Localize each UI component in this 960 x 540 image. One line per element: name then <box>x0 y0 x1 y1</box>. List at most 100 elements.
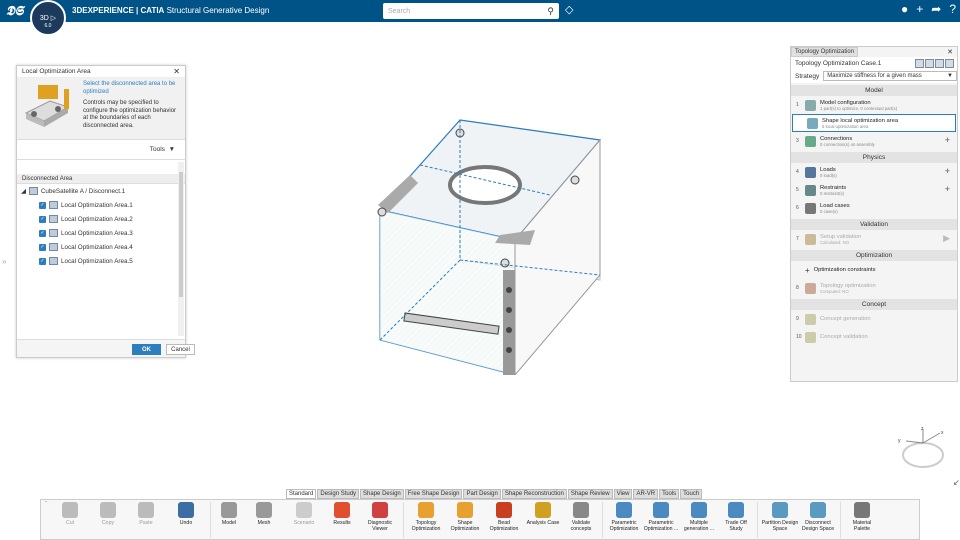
area-item[interactable]: ✓ Local Optimization Area.5 <box>17 254 185 268</box>
checkbox[interactable]: ✓ <box>39 257 46 265</box>
tool-button[interactable]: Diagnostic Viewer <box>360 502 400 532</box>
scrollbar-thumb[interactable] <box>179 172 183 297</box>
row-title: Loads <box>820 166 836 173</box>
concept-rows: 9 Concept generation 10 Concept validation <box>791 310 957 346</box>
tab-topology-optimization[interactable]: Topology Optimization <box>791 47 859 57</box>
tab-part-design[interactable]: Part Design <box>463 489 501 499</box>
select-area-link[interactable]: Select the disconnected area to be optim… <box>83 81 182 96</box>
area-item[interactable]: ✓ Local Optimization Area.4 <box>17 240 185 254</box>
tab-tools[interactable]: Tools <box>659 489 680 499</box>
case-tool-icon[interactable] <box>925 58 934 68</box>
tool-button[interactable]: Partition Design Space <box>761 502 799 532</box>
tool-label: Validate concepts <box>570 520 592 532</box>
tool-button[interactable]: Trade Off Study <box>718 502 754 532</box>
checkbox[interactable]: ✓ <box>39 215 46 223</box>
tool-button[interactable]: Results <box>324 502 360 526</box>
add-icon[interactable]: + <box>945 184 950 194</box>
tab-design-study[interactable]: Design Study <box>317 489 360 499</box>
area-item[interactable]: ✓ Local Optimization Area.1 <box>17 198 185 212</box>
search-input[interactable]: Search ⚲ <box>383 3 559 19</box>
axis-triad-icon[interactable]: z y x <box>898 425 948 470</box>
tool-icon <box>691 502 707 518</box>
tool-button[interactable]: Disconnect Design Space <box>799 502 837 532</box>
tree-root[interactable]: ◢ CubeSatellite A / Disconnect.1 <box>17 184 185 198</box>
tool-button[interactable]: Shape Optimization <box>445 502 485 532</box>
tool-button[interactable]: Scenario <box>284 502 324 526</box>
case-tool-icon[interactable] <box>945 58 954 68</box>
tool-button[interactable]: Multiple generation ... <box>680 502 718 532</box>
step-icon <box>805 99 816 111</box>
case-tool-icon[interactable] <box>915 58 924 68</box>
workflow-row[interactable]: 6 Load cases 0 case(s) <box>791 199 957 217</box>
search-icon[interactable]: ⚲ <box>547 6 554 17</box>
case-tool-icon[interactable] <box>935 58 944 68</box>
expand-left-icon[interactable]: » <box>2 257 6 266</box>
tool-icon <box>772 502 788 518</box>
tool-button[interactable]: Bead Optimization <box>485 502 523 532</box>
workflow-row[interactable]: 9 Concept generation <box>791 310 957 328</box>
tag-icon[interactable]: ◇ <box>565 3 573 16</box>
tool-button[interactable]: Topology Optimization <box>407 502 445 532</box>
workflow-row[interactable]: + Optimization constraints <box>791 261 957 279</box>
tab-ar-vr[interactable]: AR-VR <box>633 489 659 499</box>
workflow-row[interactable]: 1 Model configuration 1 part(s) to optimiz… <box>791 96 957 114</box>
user-avatar-icon[interactable]: ● <box>901 2 908 16</box>
cancel-button[interactable]: Cancel <box>166 344 195 355</box>
tab-shape-reconstruction[interactable]: Shape Reconstruction <box>501 489 567 499</box>
tool-button[interactable]: Cut <box>51 502 89 526</box>
tool-button[interactable]: Analysis Case <box>523 502 563 526</box>
strategy-label: Strategy <box>795 72 820 80</box>
tool-button[interactable]: Paste <box>127 502 165 526</box>
ok-button[interactable]: OK <box>132 344 161 355</box>
tools-menu[interactable]: Tools ▼ <box>17 140 185 160</box>
workflow-row[interactable]: Shape local optimization area 5 local opt… <box>792 114 956 132</box>
add-icon[interactable]: + <box>916 2 923 16</box>
close-icon[interactable]: ✕ <box>173 67 180 76</box>
cube-satellite-model[interactable] <box>360 115 605 377</box>
run-icon[interactable]: ▶ <box>943 233 950 244</box>
tab-shape-review[interactable]: Shape Review <box>567 489 613 499</box>
workflow-row[interactable]: 4 Loads 0 load(s) + <box>791 163 957 181</box>
expand-icon[interactable]: ˇ <box>45 502 47 508</box>
area-label: Local Optimization Area.2 <box>61 215 133 223</box>
workflow-row[interactable]: 8 Topology optimization Computed: NO <box>791 279 957 297</box>
tab-touch[interactable]: Touch <box>680 489 703 499</box>
area-item[interactable]: ✓ Local Optimization Area.3 <box>17 226 185 240</box>
checkbox[interactable]: ✓ <box>39 229 46 237</box>
tab-view[interactable]: View <box>613 489 633 499</box>
row-title: Shape local optimization area <box>822 117 899 124</box>
tool-button[interactable]: Undo <box>165 502 207 526</box>
add-icon[interactable]: + <box>945 166 950 176</box>
tool-button[interactable]: Copy <box>89 502 127 526</box>
tool-button[interactable]: Validate concepts <box>563 502 599 532</box>
workflow-row[interactable]: 5 Restraints 0 restraint(s) + <box>791 181 957 199</box>
tool-button[interactable]: Material Palette <box>844 502 880 532</box>
compass-icon[interactable]: 3D ▷ 6.0 <box>30 0 66 36</box>
tool-button[interactable]: Model <box>214 502 244 526</box>
workflow-row[interactable]: 7 Setup validation Calculated: NO ▶ <box>791 230 957 248</box>
tab-standard[interactable]: Standard <box>286 489 317 499</box>
checkbox[interactable]: ✓ <box>39 243 46 251</box>
scrollbar[interactable] <box>178 162 184 336</box>
tool-button[interactable]: Parametric Optimization ... <box>642 502 680 532</box>
add-icon[interactable]: + <box>805 266 810 275</box>
workflow-row[interactable]: 3 Connections 0 connection(s) on assembly + <box>791 132 957 150</box>
area-label: Local Optimization Area.3 <box>61 229 133 237</box>
tool-button[interactable]: Mesh <box>244 502 284 526</box>
add-icon[interactable]: + <box>945 135 950 145</box>
optimization-rows: + Optimization constraints 8 Topology optim… <box>791 261 957 297</box>
area-icon <box>49 229 58 237</box>
tab-shape-design[interactable]: Shape Design <box>360 489 404 499</box>
section-physics: Physics <box>791 152 957 163</box>
tool-button[interactable]: Parametric Optimization <box>606 502 642 532</box>
help-icon[interactable]: ? <box>949 2 956 16</box>
strategy-select[interactable]: Maximize stiffness for a given mass ▼ <box>823 71 957 81</box>
checkbox[interactable]: ✓ <box>39 201 46 209</box>
workflow-row[interactable]: 10 Concept validation <box>791 328 957 346</box>
collapse-icon[interactable]: ◢ <box>21 188 26 195</box>
tab-free-shape-design[interactable]: Free Shape Design <box>404 489 463 499</box>
row-subtitle: 5 local optimization area <box>822 123 869 129</box>
share-icon[interactable]: ➦ <box>931 2 941 16</box>
area-item[interactable]: ✓ Local Optimization Area.2 <box>17 212 185 226</box>
close-icon[interactable]: ✕ <box>947 48 953 56</box>
